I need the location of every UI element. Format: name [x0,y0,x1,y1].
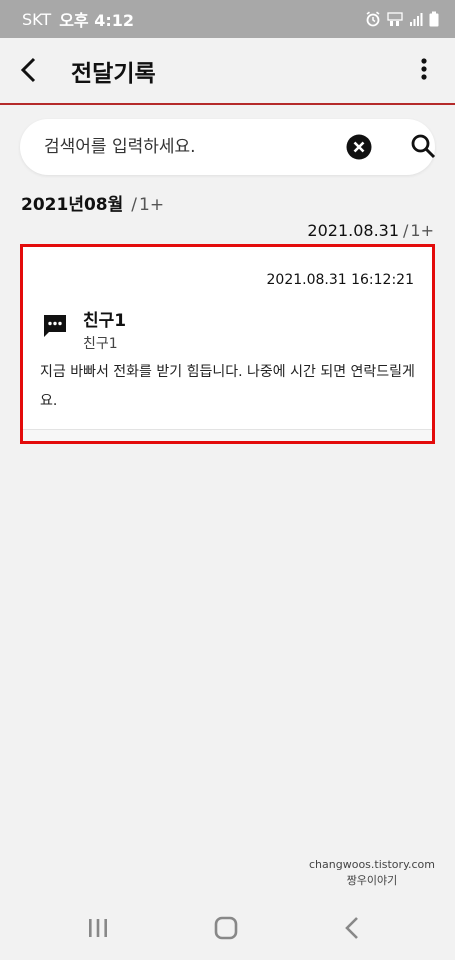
battery-icon [429,11,439,27]
item-message: 지금 바빠서 전화를 받기 힘듭니다. 나중에 시간 되면 연락드릴게요. [40,364,415,409]
month-label: 2021년08월 [21,195,124,215]
status-bar: SKT 오후 4:12 [0,0,455,38]
item-sender-sub: 친구1 [83,336,118,352]
more-menu-button[interactable] [417,56,431,86]
search-bar [20,119,436,175]
item-sender: 친구1 [83,311,127,331]
home-icon[interactable] [214,916,238,940]
more-vertical-icon [421,58,427,80]
app-bar: 전달기록 [0,38,455,105]
month-separator: / [131,195,137,215]
back-icon[interactable] [344,916,360,940]
date-count: 1+ [410,221,434,240]
status-icons [365,11,439,27]
page-title: 전달기록 [71,61,156,87]
date-separator: / [403,221,409,240]
watermark: changwoos.tistory.com 짱우이야기 [309,857,435,889]
search-button[interactable] [410,133,436,159]
item-timestamp: 2021.08.31 16:12:21 [266,272,415,288]
list-item[interactable]: 2021.08.31 16:12:21 친구1 친구1 지금 바빠서 전화를 받… [23,246,432,442]
clear-search-button[interactable] [346,134,372,160]
back-button[interactable] [14,55,44,85]
close-circle-icon [346,134,372,160]
carrier-label: SKT [22,9,52,29]
watermark-url: changwoos.tistory.com [309,858,435,871]
system-nav-bar [0,896,455,960]
message-icon [44,315,66,337]
date-label: 2021.08.31 [307,221,400,240]
chevron-left-icon [20,57,36,83]
clock: 오후 4:12 [59,11,134,30]
search-input[interactable] [44,119,344,175]
card-divider [23,429,432,442]
month-count: 1+ [139,195,165,215]
volte-icon [387,12,403,26]
signal-icon [410,13,423,26]
recent-apps-icon[interactable] [87,918,109,938]
date-group-header: 2021.08.31/1+ [307,221,434,240]
month-group-header: 2021년08월 /1+ [21,190,164,215]
alarm-icon [366,11,380,27]
watermark-name: 짱우이야기 [346,874,398,887]
search-icon [411,134,436,159]
